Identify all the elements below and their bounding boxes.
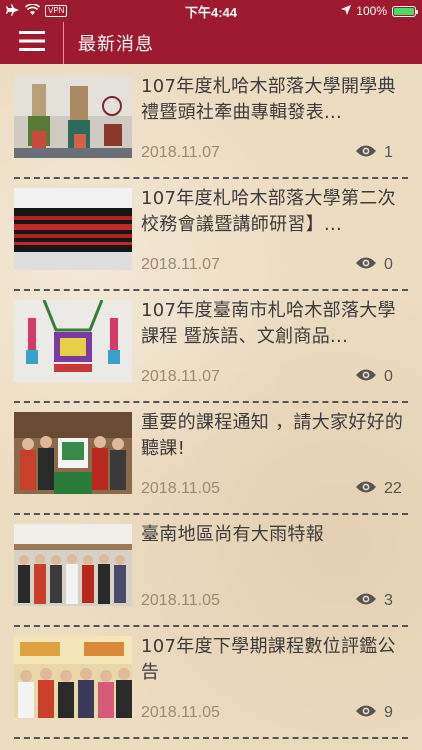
news-title: 107年度臺南市札哈木部落大學課程 暨族語、文創商品... bbox=[141, 300, 396, 347]
news-meta: 2018.11.05 3 bbox=[141, 591, 408, 610]
news-content: 臺南地區尚有大雨特報 2018.11.05 3 bbox=[132, 518, 408, 618]
list-divider bbox=[14, 737, 408, 739]
news-item[interactable]: 107年度札哈木部落大學開學典禮暨頭社牽曲專輯發表... 2018.11.07 … bbox=[14, 70, 408, 170]
menu-button[interactable] bbox=[0, 22, 64, 64]
view-count: 3 bbox=[384, 591, 393, 609]
list-divider bbox=[14, 401, 408, 403]
news-meta: 2018.11.07 0 bbox=[141, 367, 408, 386]
news-content: 重要的課程通知 ，請大家好好的聽課! 2018.11.05 22 bbox=[132, 406, 408, 506]
battery-icon bbox=[392, 5, 418, 17]
view-count: 0 bbox=[384, 255, 393, 273]
eye-icon bbox=[356, 479, 376, 498]
news-thumbnail bbox=[14, 300, 132, 382]
news-item[interactable]: 重要的課程通知 ，請大家好好的聽課! 2018.11.05 22 bbox=[14, 406, 408, 506]
news-title: 107年度下學期課程數位評鑑公告 bbox=[141, 636, 396, 683]
airplane-icon bbox=[6, 3, 20, 19]
news-list[interactable]: 107年度札哈木部落大學開學典禮暨頭社牽曲專輯發表... 2018.11.07 … bbox=[0, 64, 422, 750]
news-meta: 2018.11.07 0 bbox=[141, 255, 408, 274]
news-meta: 2018.11.05 9 bbox=[141, 703, 408, 722]
news-views: 3 bbox=[356, 591, 408, 610]
news-title: 107年度札哈木部落大學開學典禮暨頭社牽曲專輯發表... bbox=[141, 76, 396, 123]
view-count: 0 bbox=[384, 367, 393, 385]
news-thumbnail bbox=[14, 524, 132, 606]
status-time: 下午4:44 bbox=[184, 4, 238, 20]
eye-icon bbox=[356, 703, 376, 722]
vpn-badge: VPN bbox=[45, 5, 68, 17]
news-date: 2018.11.05 bbox=[141, 479, 220, 497]
list-divider bbox=[14, 513, 408, 515]
news-thumbnail bbox=[14, 188, 132, 270]
eye-icon bbox=[356, 367, 376, 386]
battery-percent: 100% bbox=[356, 4, 387, 18]
news-meta: 2018.11.07 1 bbox=[141, 143, 408, 162]
news-item[interactable]: 107年度下學期課程數位評鑑公告 2018.11.05 9 bbox=[14, 630, 408, 730]
battery-level bbox=[394, 7, 414, 15]
eye-icon bbox=[356, 591, 376, 610]
news-views: 22 bbox=[356, 479, 408, 498]
news-date: 2018.11.05 bbox=[141, 591, 220, 609]
hamburger-menu-icon bbox=[18, 31, 45, 55]
news-title: 重要的課程通知 ，請大家好好的聽課! bbox=[141, 412, 404, 459]
news-thumbnail bbox=[14, 412, 132, 494]
news-content: 107年度札哈木部落大學開學典禮暨頭社牽曲專輯發表... 2018.11.07 … bbox=[132, 70, 408, 170]
list-divider bbox=[14, 177, 408, 179]
page-title: 最新消息 bbox=[78, 34, 154, 55]
list-divider bbox=[14, 289, 408, 291]
view-count: 1 bbox=[384, 143, 393, 161]
news-thumbnail bbox=[14, 76, 132, 158]
news-date: 2018.11.07 bbox=[141, 143, 220, 161]
view-count: 22 bbox=[384, 479, 402, 497]
news-date: 2018.11.07 bbox=[141, 255, 220, 273]
news-views: 0 bbox=[356, 255, 408, 274]
news-content: 107年度臺南市札哈木部落大學課程 暨族語、文創商品... 2018.11.07… bbox=[132, 294, 408, 394]
news-date: 2018.11.05 bbox=[141, 703, 220, 721]
news-views: 1 bbox=[356, 143, 408, 162]
news-date: 2018.11.07 bbox=[141, 367, 220, 385]
nav-bar: 最新消息 bbox=[0, 22, 422, 64]
eye-icon bbox=[356, 255, 376, 274]
status-right: 100% bbox=[276, 4, 418, 18]
news-meta: 2018.11.05 22 bbox=[141, 479, 408, 498]
status-left: VPN bbox=[6, 3, 146, 19]
view-count: 9 bbox=[384, 703, 393, 721]
news-content: 107年度下學期課程數位評鑑公告 2018.11.05 9 bbox=[132, 630, 408, 730]
news-title: 107年度札哈木部落大學第二次校務會議暨講師研習】... bbox=[141, 188, 396, 235]
news-views: 9 bbox=[356, 703, 408, 722]
news-title: 臺南地區尚有大雨特報 bbox=[141, 524, 324, 545]
location-arrow-icon bbox=[341, 4, 352, 18]
news-item[interactable]: 臺南地區尚有大雨特報 2018.11.05 3 bbox=[14, 518, 408, 618]
eye-icon bbox=[356, 143, 376, 162]
wifi-icon bbox=[24, 3, 41, 18]
news-content: 107年度札哈木部落大學第二次校務會議暨講師研習】... 2018.11.07 … bbox=[132, 182, 408, 282]
news-thumbnail bbox=[14, 636, 132, 718]
news-views: 0 bbox=[356, 367, 408, 386]
status-bar: VPN 下午4:44 100% bbox=[0, 0, 422, 22]
list-divider bbox=[14, 625, 408, 627]
news-item[interactable]: 107年度臺南市札哈木部落大學課程 暨族語、文創商品... 2018.11.07… bbox=[14, 294, 408, 394]
news-item[interactable]: 107年度札哈木部落大學第二次校務會議暨講師研習】... 2018.11.07 … bbox=[14, 182, 408, 282]
